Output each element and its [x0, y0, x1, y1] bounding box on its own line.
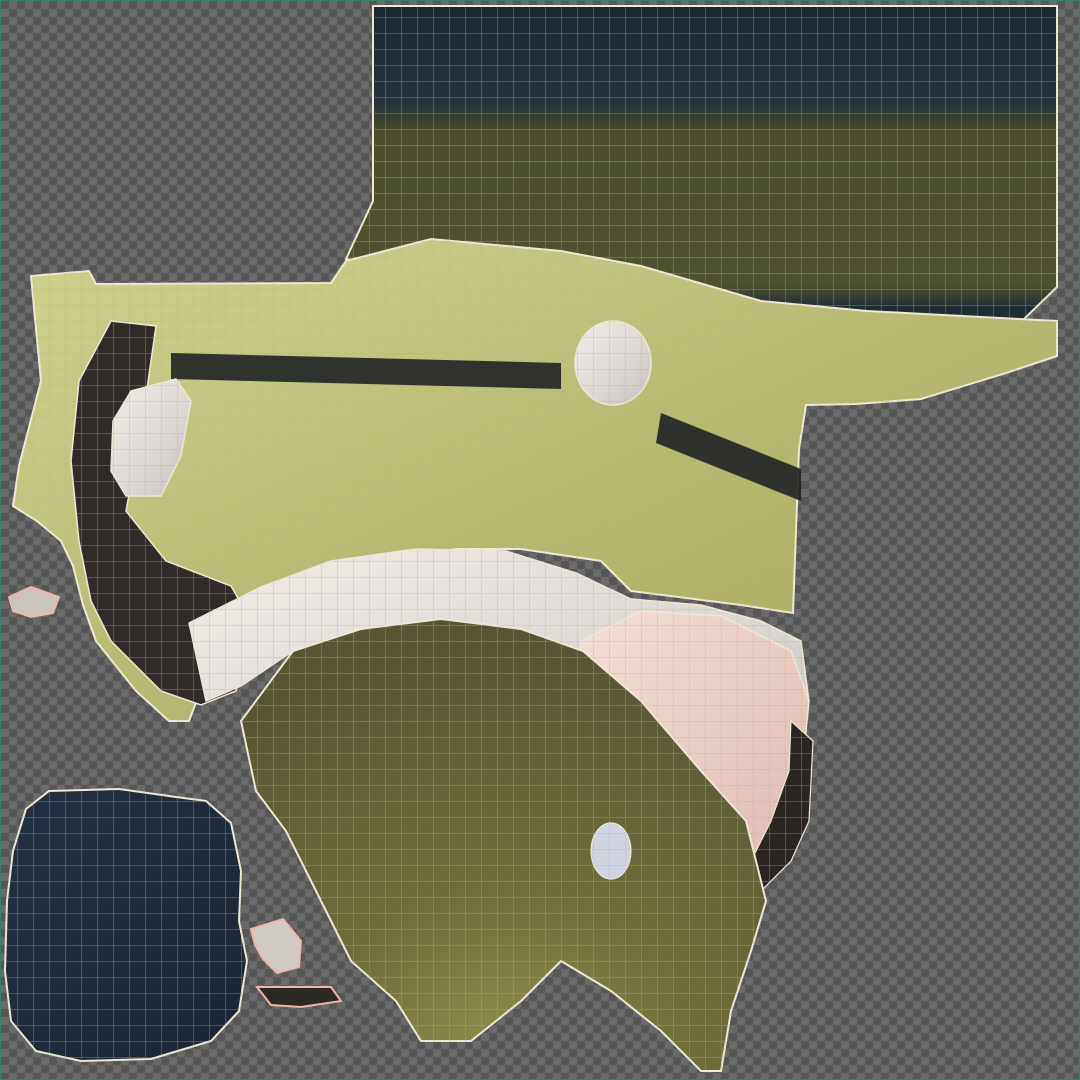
uv-canvas[interactable]: [1, 1, 1080, 1080]
uv-editor-viewport[interactable]: [0, 0, 1080, 1080]
uv-island-small-oval[interactable]: [590, 822, 632, 880]
uv-island-cream-knob-top[interactable]: [574, 320, 652, 406]
uv-island-navy-panel[interactable]: [3, 787, 249, 1063]
